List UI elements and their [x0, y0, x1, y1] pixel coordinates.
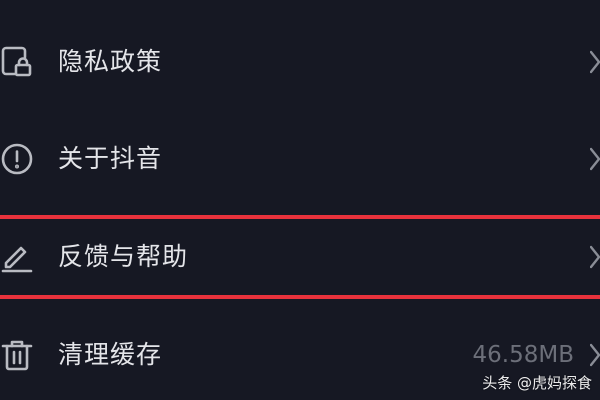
edit-pen-icon	[0, 240, 34, 274]
settings-list: 隐私政策 关于抖音 反馈与帮助 清理缓存 46.58MB	[0, 0, 600, 400]
info-circle-icon	[0, 142, 34, 176]
settings-item-label: 反馈与帮助	[58, 242, 189, 271]
cache-size-value: 46.58MB	[472, 342, 574, 368]
settings-item-privacy-policy[interactable]: 隐私政策	[0, 27, 600, 97]
privacy-lock-icon	[0, 45, 34, 79]
settings-item-about-douyin[interactable]: 关于抖音	[0, 124, 600, 194]
settings-item-feedback-help[interactable]: 反馈与帮助	[0, 222, 600, 292]
chevron-right-icon	[590, 50, 600, 74]
chevron-right-icon	[590, 343, 600, 367]
settings-item-label: 隐私政策	[58, 47, 163, 76]
watermark: 头条 @虎妈探食	[482, 374, 592, 392]
settings-item-label: 关于抖音	[58, 144, 163, 173]
chevron-right-icon	[590, 245, 600, 269]
trash-icon	[0, 338, 34, 372]
settings-item-label: 清理缓存	[58, 340, 163, 369]
chevron-right-icon	[590, 147, 600, 171]
